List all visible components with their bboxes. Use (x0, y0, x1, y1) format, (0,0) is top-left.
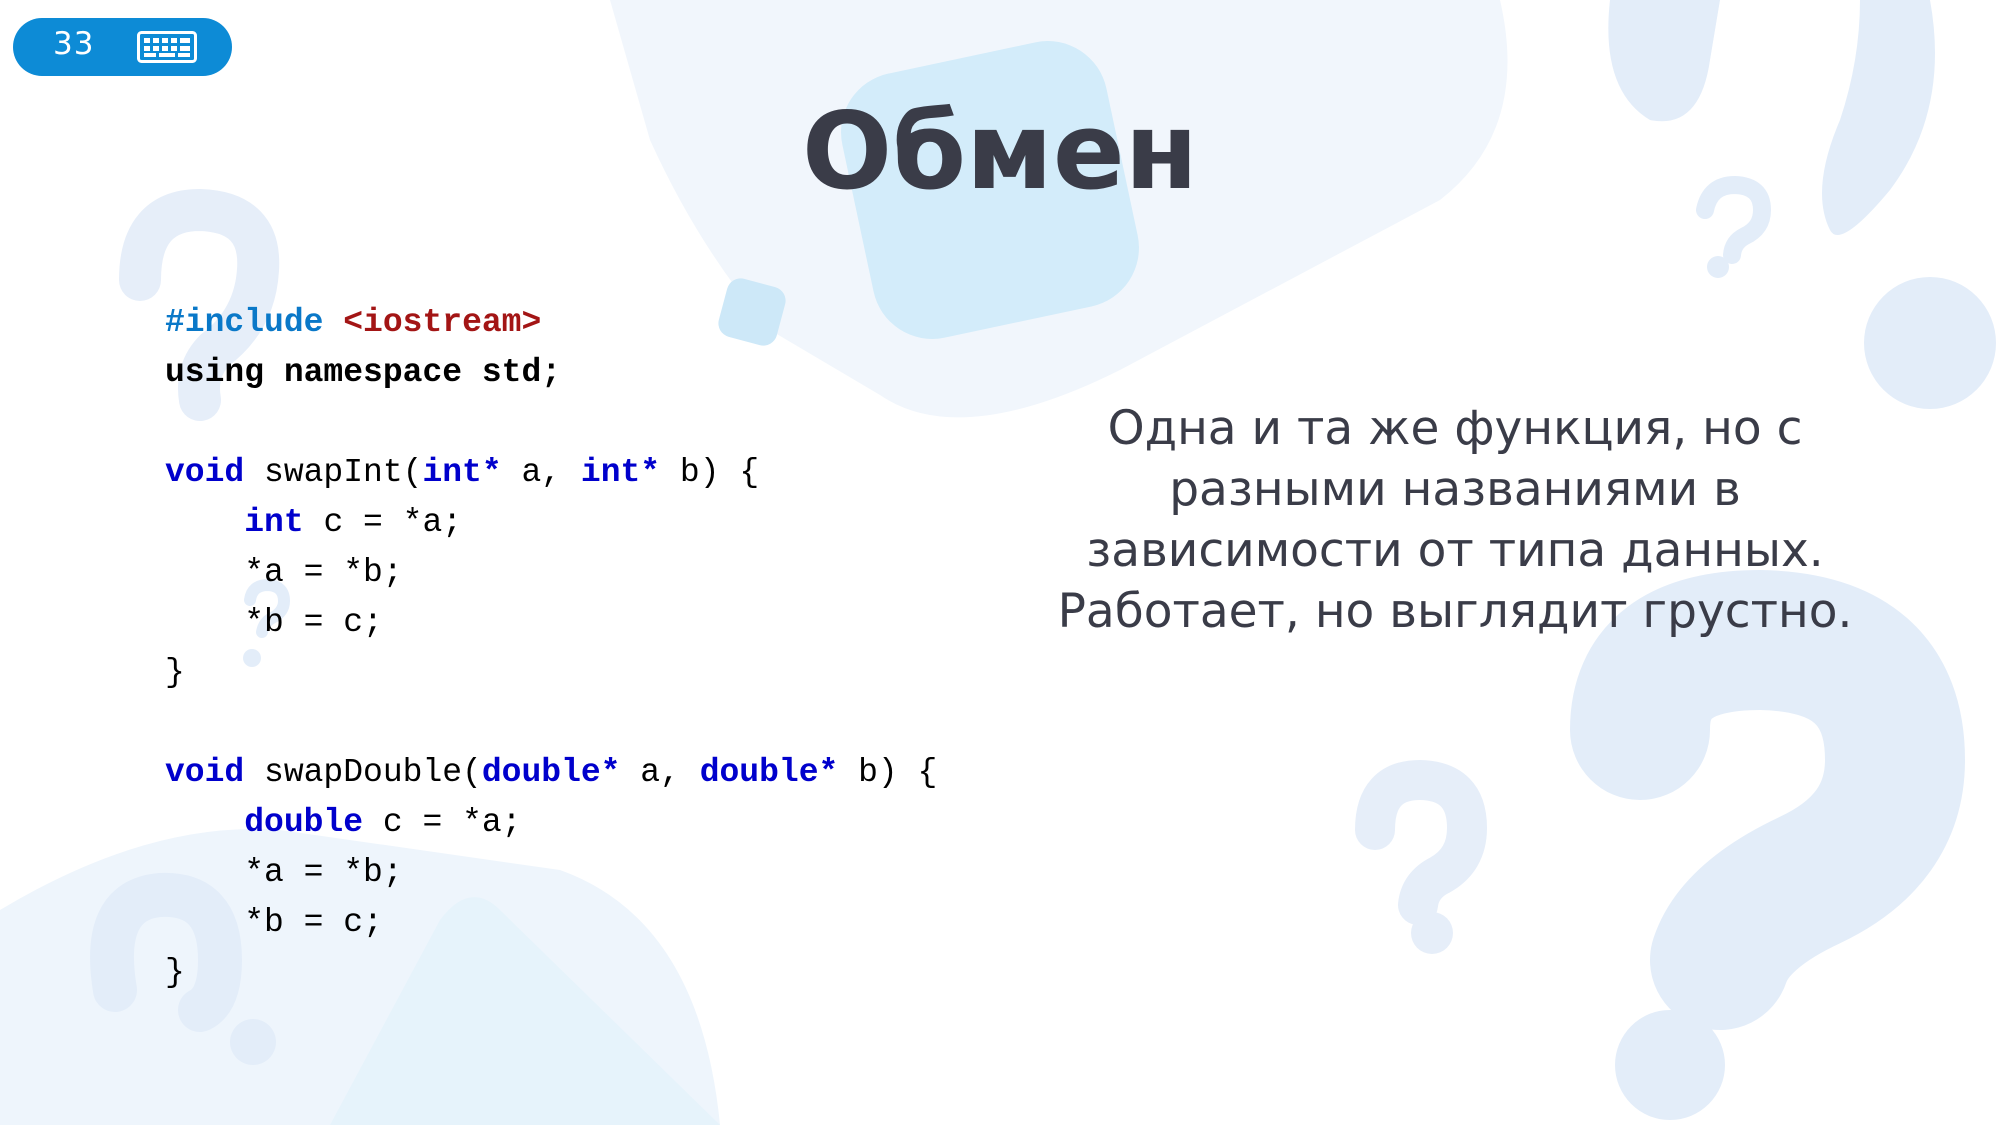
code-token: swapDouble( (244, 754, 482, 791)
code-token: double (244, 804, 364, 841)
code-line: void swapInt(int* a, int* b) { (165, 448, 937, 498)
code-line: double c = *a; (165, 798, 937, 848)
code-line: } (165, 654, 185, 691)
slide-title: Обмен (802, 90, 1198, 213)
code-token: <iostream> (343, 304, 542, 341)
description-line: зависимости от типа данных. (1086, 523, 1824, 578)
code-token: int* (580, 454, 661, 491)
code-token: #include (165, 304, 324, 341)
code-token: b) { (838, 754, 938, 791)
code-token: void (165, 454, 245, 491)
slide-number-badge: 33 (13, 18, 232, 76)
code-token: double* (481, 754, 621, 791)
slide-number: 33 (53, 26, 95, 62)
code-line: *b = c; (165, 904, 383, 941)
code-block: #include <iostream> using namespace std;… (165, 298, 937, 998)
code-token: b) { (660, 454, 760, 491)
description-line: Работает, но выглядит грустно. (1057, 584, 1853, 639)
description-line: Одна и та же функция, но с (1107, 401, 1803, 456)
code-line: #include <iostream> (165, 298, 937, 348)
code-line: using namespace std; (165, 354, 562, 391)
code-line: int c = *a; (165, 498, 937, 548)
code-token: c = *a; (303, 504, 463, 541)
code-line: void swapDouble(double* a, double* b) { (165, 748, 937, 798)
code-line: *a = *b; (165, 554, 403, 591)
code-token: int (244, 504, 304, 541)
code-token: swapInt( (244, 454, 423, 491)
bg-question-mid (1355, 759, 1488, 925)
slide-description: Одна и та же функция, но с разными назва… (1030, 398, 1880, 642)
code-token: c = *a; (363, 804, 522, 841)
keyboard-icon (137, 31, 197, 63)
code-line: *b = c; (165, 604, 383, 641)
code-token: int* (422, 454, 502, 491)
code-token: a, (501, 454, 581, 491)
code-token: a, (620, 754, 700, 791)
code-token: double* (699, 754, 839, 791)
bg-question-large (1570, 569, 1966, 1030)
code-line: *a = *b; (165, 854, 403, 891)
code-line: } (165, 954, 185, 991)
description-line: разными названиями в (1169, 462, 1741, 517)
code-token: void (165, 754, 245, 791)
